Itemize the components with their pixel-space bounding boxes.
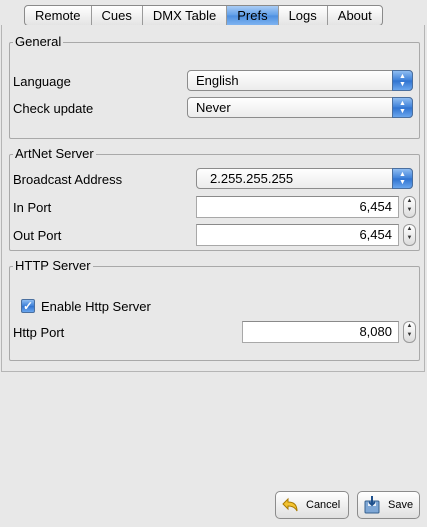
tab-prefs[interactable]: Prefs	[227, 6, 279, 25]
language-select-value: English	[196, 73, 239, 88]
broadcast-address-value: 2.255.255.255	[210, 171, 294, 186]
out-port-field[interactable]: 6,454	[196, 224, 399, 246]
general-group-title: General	[13, 34, 64, 50]
in-port-field[interactable]: 6,454	[196, 196, 399, 218]
prefs-panel: General Language English ▲ ▼ Check update…	[1, 25, 425, 372]
cancel-button-label: Cancel	[306, 499, 341, 511]
undo-arrow-icon	[282, 497, 298, 512]
enable-http-checkbox[interactable]: ✓	[21, 299, 35, 313]
save-disk-icon	[364, 496, 380, 514]
general-group: General Language English ▲ ▼ Check update…	[9, 34, 420, 139]
http-group: HTTP Server ✓ Enable Http Server Http Po…	[9, 258, 420, 361]
http-port-label: Http Port	[13, 325, 65, 340]
save-button[interactable]: Save	[357, 491, 420, 519]
broadcast-address-label: Broadcast Address	[13, 172, 123, 187]
tab-bar: Remote Cues DMX Table Prefs Logs About	[24, 5, 383, 26]
http-group-title: HTTP Server	[13, 258, 93, 274]
out-port-label: Out Port	[13, 228, 62, 243]
tab-about[interactable]: About	[328, 6, 382, 25]
check-update-select-value: Never	[196, 100, 231, 115]
tab-dmx-table[interactable]: DMX Table	[143, 6, 228, 25]
enable-http-label[interactable]: Enable Http Server	[41, 299, 151, 315]
in-port-label: In Port	[13, 200, 52, 215]
save-button-label: Save	[388, 499, 414, 511]
tab-logs[interactable]: Logs	[279, 6, 328, 25]
tab-cues[interactable]: Cues	[92, 6, 143, 25]
popup-arrows-icon: ▲ ▼	[392, 168, 413, 189]
in-port-stepper[interactable]: ▲ ▼	[403, 196, 416, 218]
tab-remote[interactable]: Remote	[25, 6, 92, 25]
http-port-field[interactable]: 8,080	[242, 321, 399, 343]
check-update-label: Check update	[13, 101, 94, 116]
artnet-group: ArtNet Server Broadcast Address 2.255.25…	[9, 146, 420, 251]
http-port-stepper[interactable]: ▲ ▼	[403, 321, 416, 343]
check-update-select[interactable]: Never ▲ ▼	[187, 97, 413, 118]
popup-arrows-icon: ▲ ▼	[392, 70, 413, 91]
language-select[interactable]: English ▲ ▼	[187, 70, 413, 91]
popup-arrows-icon: ▲ ▼	[392, 97, 413, 118]
artnet-group-title: ArtNet Server	[13, 146, 96, 162]
out-port-stepper[interactable]: ▲ ▼	[403, 224, 416, 246]
cancel-button[interactable]: Cancel	[275, 491, 349, 519]
language-label: Language	[13, 74, 71, 89]
broadcast-address-select[interactable]: 2.255.255.255 ▲ ▼	[196, 168, 413, 189]
